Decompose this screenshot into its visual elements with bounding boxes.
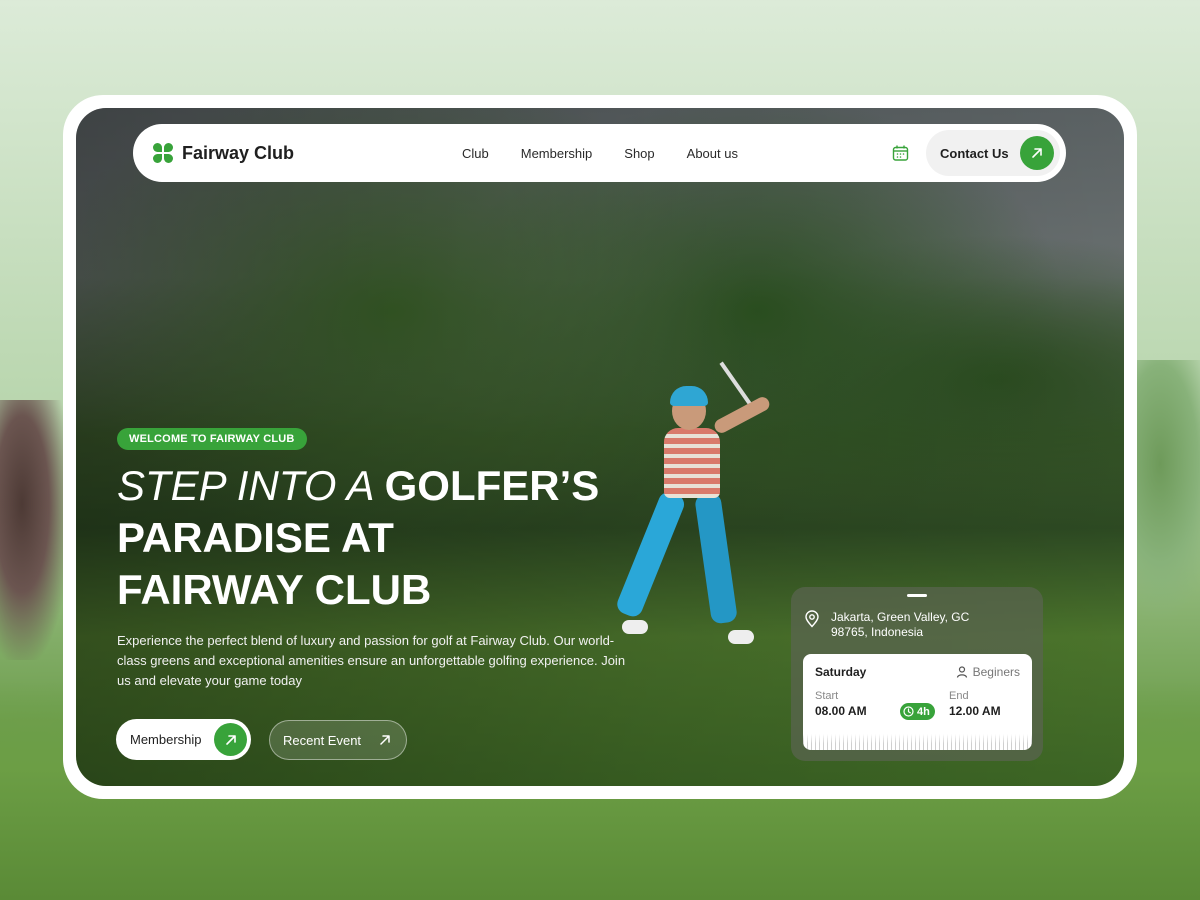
top-nav: Fairway Club Club Membership Shop About …	[133, 124, 1066, 182]
start-label: Start	[815, 690, 839, 702]
headline-bold-2: PARADISE AT	[117, 514, 394, 561]
skill-level: Beginers	[956, 665, 1020, 679]
arrow-up-right-icon	[214, 723, 247, 756]
duration-badge: 4h	[900, 703, 935, 720]
hero-description: Experience the perfect blend of luxury a…	[117, 633, 626, 688]
end-time: 12.00 AM	[949, 704, 1001, 718]
contact-us-label: Contact Us	[940, 145, 1009, 161]
brand-name: Fairway Club	[182, 142, 295, 163]
location-address: Jakarta, Green Valley, GC 98765, Indones…	[831, 610, 1031, 640]
clock-icon	[903, 706, 914, 717]
hero-headline: STEP INTO A GOLFER’S PARADISE AT FAIRWAY…	[117, 460, 677, 616]
nav-links: Club Membership Shop About us	[462, 146, 738, 161]
nav-link-shop[interactable]: Shop	[624, 146, 654, 161]
location-pin-icon	[805, 610, 819, 628]
schedule-day: Saturday	[815, 665, 867, 679]
background-golf-bag	[0, 400, 70, 660]
arrow-up-right-icon	[1020, 136, 1054, 170]
end-label: End	[949, 690, 969, 702]
recent-event-label: Recent Event	[283, 732, 362, 748]
recent-event-button[interactable]: Recent Event	[269, 720, 407, 760]
contact-us-button[interactable]: Contact Us	[926, 130, 1060, 176]
arrow-up-right-icon	[380, 735, 390, 745]
calendar-icon[interactable]	[892, 145, 909, 161]
event-info-card[interactable]: Jakarta, Green Valley, GC 98765, Indones…	[791, 587, 1043, 761]
user-icon	[956, 666, 967, 678]
headline-bold-3: FAIRWAY CLUB	[117, 566, 432, 613]
time-ruler	[803, 734, 1032, 750]
welcome-badge: WELCOME TO FAIRWAY CLUB	[117, 428, 307, 450]
start-time: 08.00 AM	[815, 704, 867, 718]
nav-link-membership[interactable]: Membership	[521, 146, 593, 161]
address-line-2: 98765, Indonesia	[831, 625, 924, 639]
schedule-panel: Saturday Beginers Start 08.00 AM 4h End …	[803, 654, 1032, 750]
duration-label: 4h	[917, 705, 930, 718]
clover-logo-icon	[153, 143, 173, 163]
nav-link-club[interactable]: Club	[462, 146, 489, 161]
address-line-1: Jakarta, Green Valley, GC	[831, 610, 970, 624]
drag-handle[interactable]	[907, 594, 927, 597]
membership-button-label: Membership	[130, 732, 202, 747]
nav-link-about[interactable]: About us	[687, 146, 738, 161]
headline-light: STEP INTO A	[117, 462, 385, 509]
membership-button[interactable]: Membership	[116, 719, 251, 760]
logo[interactable]: Fairway Club	[153, 143, 294, 164]
headline-bold-1: GOLFER’S	[384, 462, 600, 509]
skill-level-label: Beginers	[972, 665, 1020, 679]
